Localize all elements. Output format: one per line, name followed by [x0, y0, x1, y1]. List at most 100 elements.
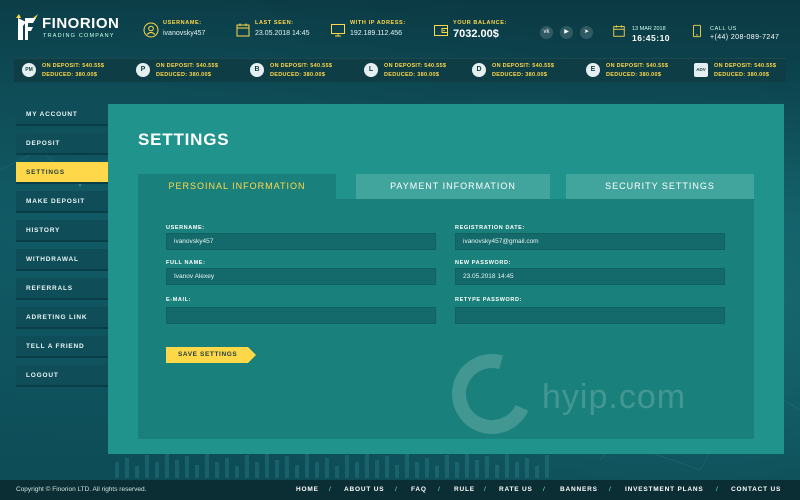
save-arrow — [248, 347, 256, 363]
ticker-deposit: ON DEPOSIT: 540.55$ — [156, 63, 219, 69]
ticker-deduced: DEDUCED: 380.00$ — [714, 72, 770, 78]
sidebar-item-label: DEPOSIT — [26, 140, 61, 147]
new-password-field[interactable]: 23.05.2018 14:45 — [455, 268, 725, 285]
sidebar-item-settings[interactable]: SETTINGS — [16, 162, 119, 184]
registration-date-field[interactable]: ivanovsky457@gmail.com — [455, 233, 725, 250]
sidebar-item-label: HISTORY — [26, 227, 61, 234]
sidebar-item-withdrawal[interactable]: WITHDRAWAL — [16, 249, 108, 271]
calendar-icon — [236, 23, 250, 37]
footer-link-rule[interactable]: RULE — [454, 486, 475, 493]
ticker-deduced: DEDUCED: 380.00$ — [42, 72, 98, 78]
call-number[interactable]: +(44) 208-089-7247 — [710, 34, 779, 41]
username-value: ivanovsky457 — [163, 30, 206, 37]
footer-separator: / — [329, 486, 331, 493]
ticker-deduced: DEDUCED: 380.00$ — [606, 72, 662, 78]
sidebar-item-label: MAKE DEPOSIT — [26, 198, 86, 205]
retype-password-label: RETYPE PASSWORD: — [455, 297, 522, 303]
registration-date-label: REGISTRATION DATE: — [455, 225, 525, 231]
header-last-seen: LAST SEEN: 23.05.2018 14:45 — [235, 18, 325, 46]
last-seen-value: 23.05.2018 14:45 — [255, 30, 310, 37]
tab-security-settings[interactable]: SECURITY SETTINGS — [566, 174, 754, 199]
litecoin-icon: L — [364, 63, 378, 77]
ip-value: 192.189.112.456 — [350, 30, 403, 37]
footer-link-home[interactable]: HOME — [296, 486, 319, 493]
current-time: 16:45:10 — [632, 33, 671, 43]
ticker-deposit: ON DEPOSIT: 540.55$ — [42, 63, 105, 69]
user-icon — [143, 22, 159, 38]
perfect-money-icon: PM — [22, 63, 36, 77]
sidebar-item-label: WITHDRAWAL — [26, 256, 79, 263]
sidebar-item-adreting-link[interactable]: ADRETING LINK — [16, 307, 108, 329]
footer-link-contact-us[interactable]: CONTACT US — [731, 486, 781, 493]
username-label: USERNAME: — [163, 20, 202, 26]
brand-subtitle: TRADING COMPANY — [43, 33, 115, 39]
new-password-label: NEW PASSWORD: — [455, 260, 511, 266]
brand-name: FINORION — [42, 15, 120, 32]
watermark-text: hyip.com — [542, 378, 687, 416]
sidebar-item-deposit[interactable]: DEPOSIT — [16, 133, 108, 155]
header-username: USERNAME: ivanovsky457 — [143, 18, 233, 46]
wallet-icon — [434, 25, 448, 36]
retype-password-field[interactable] — [455, 307, 725, 324]
footer-separator: / — [438, 486, 440, 493]
ethereum-icon: E — [586, 63, 600, 77]
settings-panel: SETTINGS PERSOINAL INFORMATION PAYMENT I… — [108, 104, 784, 454]
advcash-icon: ADV — [694, 63, 708, 77]
sidebar-item-label: REFERRALS — [26, 285, 73, 292]
balance-value: 7032.00$ — [453, 28, 499, 40]
username-field-label: USERNAME: — [166, 225, 205, 231]
call-label: CALL US — [710, 26, 737, 32]
footer-link-investment-plans[interactable]: INVESTMENT PLANS — [625, 486, 704, 493]
sidebar-item-label: TELL A FRIEND — [26, 343, 85, 350]
footer-link-banners[interactable]: BANNERS — [560, 486, 598, 493]
monitor-icon — [331, 24, 345, 37]
payeer-icon: P — [136, 63, 150, 77]
sidebar-item-logout[interactable]: LOGOUT — [16, 365, 108, 387]
save-settings-label: SAVE SETTINGS — [178, 351, 238, 358]
sidebar-item-make-deposit[interactable]: MAKE DEPOSIT — [16, 191, 108, 213]
footer-separator: / — [716, 486, 718, 493]
footer-link-about[interactable]: ABOUT US — [344, 486, 384, 493]
sidebar-item-referrals[interactable]: REFERRALS — [16, 278, 108, 300]
watermark-logo-icon — [452, 354, 532, 434]
footer-separator: / — [543, 486, 545, 493]
calendar-icon — [613, 25, 625, 37]
phone-icon — [693, 24, 701, 38]
tab-personal-information[interactable]: PERSOINAL INFORMATION — [138, 174, 336, 199]
ticker-deduced: DEDUCED: 380.00$ — [384, 72, 440, 78]
save-settings-button[interactable]: SAVE SETTINGS — [166, 347, 256, 363]
youtube-icon[interactable]: ▶ — [560, 26, 573, 39]
fullname-field[interactable]: Ivanov Alexey — [166, 268, 436, 285]
telegram-icon[interactable]: ➤ — [580, 26, 593, 39]
logo[interactable]: FINORION TRADING COMPANY — [16, 14, 126, 44]
header: FINORION TRADING COMPANY USERNAME: ivano… — [0, 0, 800, 56]
balance-label: YOUR BALANCE: — [453, 20, 507, 26]
copyright: Copyright © Finorion LTD. All rights res… — [16, 486, 147, 493]
vk-icon[interactable]: vk — [540, 26, 553, 39]
footer-link-rate-us[interactable]: RATE US — [499, 486, 533, 493]
footer-link-faq[interactable]: FAQ — [411, 486, 427, 493]
ticker-deposit: ON DEPOSIT: 540.55$ — [714, 63, 777, 69]
ticker-item: E ON DEPOSIT: 540.55$ DEDUCED: 380.00$ — [586, 62, 696, 80]
ticker-item: PM ON DEPOSIT: 540.55$ DEDUCED: 380.00$ — [22, 62, 132, 80]
ticker-item: P ON DEPOSIT: 540.55$ DEDUCED: 380.00$ — [136, 62, 246, 80]
last-seen-label: LAST SEEN: — [255, 20, 294, 26]
sidebar-item-my-account[interactable]: MY ACCOUNT — [16, 104, 108, 126]
username-field[interactable]: ivanovsky457 — [166, 233, 436, 250]
fullname-field-label: FULL NAME: — [166, 260, 206, 266]
sidebar-item-tell-a-friend[interactable]: TELL A FRIEND — [16, 336, 108, 358]
ticker-deduced: DEDUCED: 380.00$ — [156, 72, 212, 78]
email-field[interactable] — [166, 307, 436, 324]
tab-payment-information[interactable]: PAYMENT INFORMATION — [356, 174, 550, 199]
sidebar-item-history[interactable]: HISTORY — [16, 220, 108, 242]
logo-icon — [16, 14, 38, 40]
ticker-item: L ON DEPOSIT: 540.55$ DEDUCED: 380.00$ — [364, 62, 474, 80]
footer: Copyright © Finorion LTD. All rights res… — [0, 480, 800, 500]
footer-separator: / — [609, 486, 611, 493]
ip-label: WITH IP ADRESS: — [350, 20, 406, 26]
footer-separator: / — [484, 486, 486, 493]
current-date: 13 MAR 2018 — [632, 26, 666, 32]
ticker-item: ADV ON DEPOSIT: 540.55$ DEDUCED: 380.00$ — [694, 62, 800, 80]
ticker-deduced: DEDUCED: 380.00$ — [270, 72, 326, 78]
ticker-item: B ON DEPOSIT: 540.55$ DEDUCED: 380.00$ — [250, 62, 360, 80]
